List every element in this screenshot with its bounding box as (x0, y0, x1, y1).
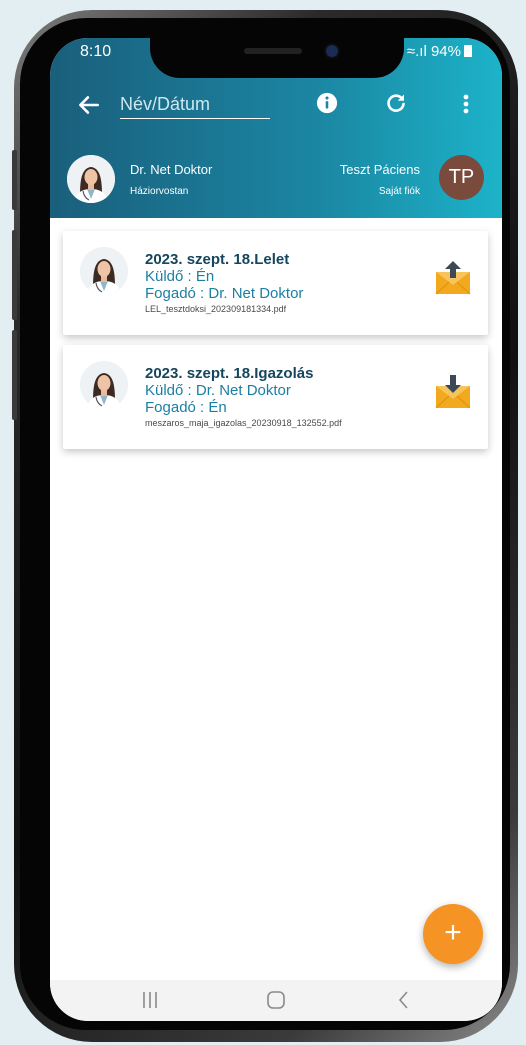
doctor-avatar (67, 155, 115, 203)
message-sender: Küldő : Dr. Net Doktor (145, 382, 291, 399)
doctor-portrait-icon (67, 155, 115, 203)
home-icon[interactable] (264, 988, 288, 1012)
message-card[interactable]: 2023. szept. 18.Igazolás Küldő : Dr. Net… (63, 345, 488, 449)
refresh-icon[interactable] (384, 91, 408, 115)
back-nav-icon[interactable] (392, 988, 416, 1012)
phone-side-button (12, 150, 17, 210)
arrow-left-icon[interactable] (76, 92, 102, 118)
patient-account-label: Saját fiók (378, 186, 420, 197)
front-camera (326, 45, 338, 57)
phone-side-button (12, 330, 17, 420)
doctor-name[interactable]: Dr. Net Doktor (130, 162, 212, 177)
patient-name[interactable]: Teszt Páciens (340, 162, 420, 177)
app-screen: 8:10 ≈.ıl 94% Név/Dátum Dr. Net Doktor H… (50, 38, 502, 1021)
app-header: 8:10 ≈.ıl 94% Név/Dátum Dr. Net Doktor H… (50, 38, 502, 218)
doctor-specialty: Háziorvostan (130, 186, 189, 197)
message-sender: Küldő : Én (145, 268, 215, 285)
doctor-avatar (80, 361, 128, 409)
more-vertical-icon[interactable] (456, 92, 476, 116)
info-icon[interactable] (316, 92, 338, 114)
add-message-button[interactable]: + (423, 904, 483, 964)
android-nav-bar (50, 980, 502, 1021)
mail-upload-icon[interactable] (435, 260, 471, 296)
attachment-filename[interactable]: LEL_tesztdoksi_202309181334.pdf (145, 304, 286, 314)
attachment-filename[interactable]: meszaros_maja_igazolas_20230918_132552.p… (145, 418, 342, 428)
speaker-grille (244, 48, 302, 54)
status-time: 8:10 (80, 43, 112, 60)
mail-download-icon[interactable] (435, 374, 471, 410)
status-indicators: ≈.ıl 94% (407, 43, 472, 60)
signal-icon: ≈.ıl (406, 43, 427, 60)
doctor-portrait-icon (80, 361, 128, 409)
battery-level: 94% (430, 43, 461, 60)
doctor-portrait-icon (80, 247, 128, 295)
message-title: 2023. szept. 18.Igazolás (145, 365, 314, 382)
doctor-avatar (80, 247, 128, 295)
recent-apps-icon[interactable] (138, 988, 162, 1012)
message-receiver: Fogadó : Én (145, 399, 227, 416)
battery-icon (464, 45, 472, 57)
message-receiver: Fogadó : Dr. Net Doktor (145, 285, 304, 302)
search-input[interactable] (120, 90, 270, 119)
patient-avatar[interactable]: TP (439, 155, 484, 200)
message-card[interactable]: 2023. szept. 18.Lelet Küldő : Én Fogadó … (63, 231, 488, 335)
camera-notch (150, 38, 404, 78)
message-title: 2023. szept. 18.Lelet (145, 251, 290, 268)
phone-side-button (12, 230, 17, 320)
